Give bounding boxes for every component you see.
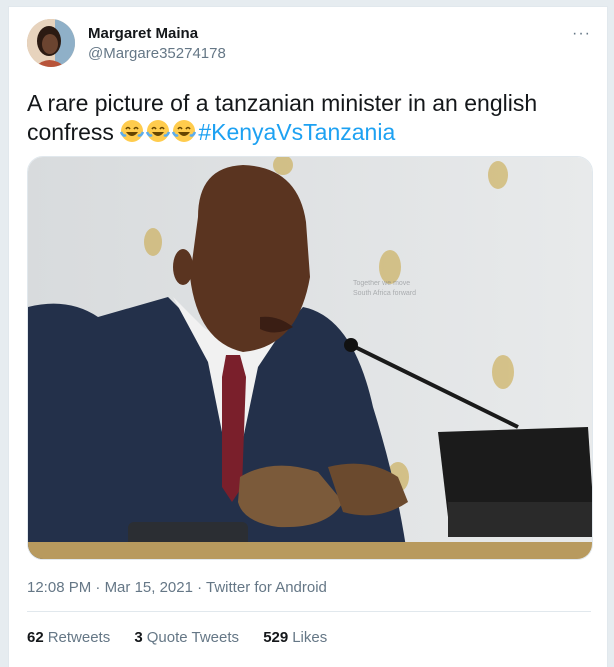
avatar[interactable] xyxy=(27,19,75,67)
laughing-emoji-icon xyxy=(146,120,171,142)
tears-of-joy-emoji-2 xyxy=(146,119,172,145)
more-options-icon[interactable]: ··· xyxy=(572,25,591,43)
tears-of-joy-emoji-3 xyxy=(172,119,198,145)
quote-tweets-label: Quote Tweets xyxy=(146,629,240,646)
minister-photo-image: Together we move South Africa forward xyxy=(28,157,592,559)
retweets-label: Retweets xyxy=(47,629,111,646)
tweet-card: Margaret Maina @Margare35274178 ··· A ra… xyxy=(8,6,608,667)
profile-avatar-icon xyxy=(27,19,75,67)
display-name[interactable]: Margaret Maina xyxy=(88,24,226,44)
hashtag-link[interactable]: #KenyaVsTanzania xyxy=(198,119,395,145)
quote-tweets-stat[interactable]: 3 Quote Tweets xyxy=(134,629,239,646)
tweet-timestamp: 12:08 PM · Mar 15, 2021 · Twitter for An… xyxy=(27,579,327,596)
tweet-date[interactable]: Mar 15, 2021 xyxy=(105,579,193,596)
likes-count: 529 xyxy=(263,629,289,646)
tweet-time[interactable]: 12:08 PM xyxy=(27,579,91,596)
tweet-photo[interactable]: Together we move South Africa forward xyxy=(27,156,593,560)
tears-of-joy-emoji-1 xyxy=(120,119,146,145)
retweets-count: 62 xyxy=(27,629,44,646)
user-handle[interactable]: @Margare35274178 xyxy=(88,44,226,64)
divider xyxy=(27,611,591,612)
user-names: Margaret Maina @Margare35274178 xyxy=(88,24,226,64)
laughing-emoji-icon xyxy=(172,120,197,142)
tweet-header: Margaret Maina @Margare35274178 ··· xyxy=(27,17,591,77)
seal-caption-line-2: South Africa forward xyxy=(353,290,416,297)
retweets-stat[interactable]: 62 Retweets xyxy=(27,629,110,646)
seal-caption-line-1: Together we move xyxy=(353,280,410,287)
tweet-text: A rare picture of a tanzanian minister i… xyxy=(27,89,597,147)
timestamp-separator: · xyxy=(91,579,105,596)
quote-tweets-count: 3 xyxy=(134,629,143,646)
timestamp-separator-2: · xyxy=(192,579,207,596)
likes-label: Likes xyxy=(292,629,328,646)
laughing-emoji-icon xyxy=(120,120,145,142)
tweet-stats: 62 Retweets 3 Quote Tweets 529 Likes xyxy=(27,629,347,646)
likes-stat[interactable]: 529 Likes xyxy=(263,629,327,646)
tweet-source[interactable]: Twitter for Android xyxy=(206,579,327,596)
